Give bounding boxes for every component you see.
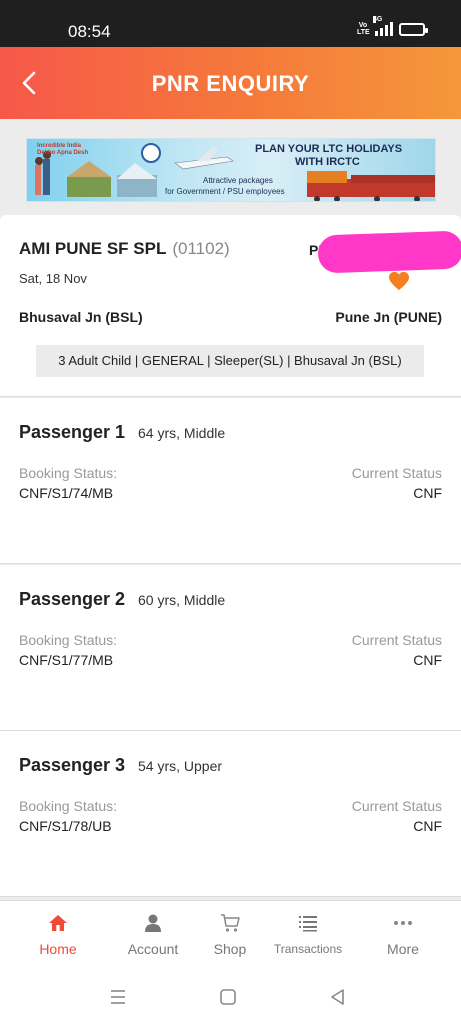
- home-button-icon[interactable]: [218, 987, 238, 1007]
- passenger-name: Passenger 1: [19, 422, 126, 442]
- cart-icon: [221, 914, 240, 932]
- banner-subtext-2: for Government / PSU employees: [165, 187, 285, 196]
- page-title: PNR ENQUIRY: [151, 71, 310, 96]
- train-title: AMI PUNE SF SPL (01102): [19, 239, 230, 259]
- bottom-nav: Home Account Shop Transactions More: [0, 900, 461, 970]
- list-icon: [299, 916, 317, 932]
- booking-status-label: Booking Status:: [19, 798, 118, 814]
- train-name: AMI PUNE SF SPL: [19, 239, 167, 258]
- journey-card: AMI PUNE SF SPL(01102) PN Sat, 18 Nov Bh…: [0, 215, 461, 397]
- current-status-value: CNF: [413, 818, 442, 834]
- more-dots-icon: [394, 921, 412, 925]
- current-status-value: CNF: [413, 485, 442, 501]
- system-nav-bar: [0, 970, 461, 1024]
- nav-transactions-label: Transactions: [273, 942, 343, 956]
- passenger-meta: 54 yrs, Upper: [138, 758, 223, 774]
- passenger-card: Passenger 2 60 yrs, Middle Booking Statu…: [0, 565, 461, 731]
- booking-status-value: CNF/S1/78/UB: [19, 818, 112, 834]
- origin-station: Bhusaval Jn (BSL): [19, 309, 143, 325]
- banner-brand: Incredible India Dekho Apna Desh: [37, 143, 89, 156]
- heart-icon[interactable]: [388, 271, 410, 291]
- status-time: 08:54: [68, 22, 111, 41]
- back-button-icon[interactable]: [328, 987, 348, 1007]
- passenger-card: Passenger 3 54 yrs, Upper Booking Status…: [0, 731, 461, 897]
- recents-icon[interactable]: [108, 987, 128, 1007]
- nav-transactions[interactable]: Transactions: [262, 901, 354, 971]
- redaction-mark: [317, 230, 461, 274]
- banner-headline: PLAN YOUR LTC HOLIDAYS: [255, 143, 403, 155]
- banner-subtext: Attractive packages: [203, 176, 273, 185]
- current-status-label: Current Status: [351, 465, 442, 481]
- status-bar: 08:54 Vo LTE 4G: [0, 0, 461, 47]
- banner-headline-2: WITH IRCTC: [295, 156, 360, 168]
- journey-date: Sat, 18 Nov: [19, 271, 87, 286]
- booking-status-value: CNF/S1/77/MB: [19, 652, 114, 668]
- home-icon: [49, 915, 67, 931]
- battery-icon: [399, 22, 428, 36]
- passenger-name: Passenger 3: [19, 755, 126, 775]
- train-number: (01102): [172, 239, 230, 258]
- status-icons: Vo LTE 4G: [357, 16, 428, 36]
- destination-station: Pune Jn (PUNE): [335, 309, 442, 325]
- nav-home-label: Home: [39, 941, 77, 957]
- current-status-value: CNF: [413, 652, 442, 668]
- promo-banner[interactable]: Incredible India Dekho Apna Desh PLAN YO…: [26, 138, 436, 202]
- booking-status-label: Booking Status:: [19, 632, 118, 648]
- nav-more[interactable]: More: [357, 901, 449, 971]
- booking-status-value: CNF/S1/74/MB: [19, 485, 114, 501]
- journey-summary: 3 Adult Child | GENERAL | Sleeper(SL) | …: [36, 345, 424, 377]
- current-status-label: Current Status: [351, 798, 442, 814]
- current-status-label: Current Status: [351, 632, 442, 648]
- passenger-name: Passenger 2: [19, 589, 126, 609]
- app-header: PNR ENQUIRY: [0, 47, 461, 119]
- network-type: 4G: [373, 16, 383, 23]
- person-icon: [145, 914, 161, 932]
- booking-status-label: Booking Status:: [19, 465, 118, 481]
- passenger-card: Passenger 1 64 yrs, Middle Booking Statu…: [0, 398, 461, 564]
- nav-home[interactable]: Home: [12, 901, 104, 971]
- signal-icon: 4G: [373, 16, 393, 36]
- passenger-meta: 64 yrs, Middle: [138, 425, 226, 441]
- volte-icon: Vo LTE: [357, 22, 370, 36]
- passenger-meta: 60 yrs, Middle: [138, 592, 226, 608]
- nav-more-label: More: [387, 941, 419, 957]
